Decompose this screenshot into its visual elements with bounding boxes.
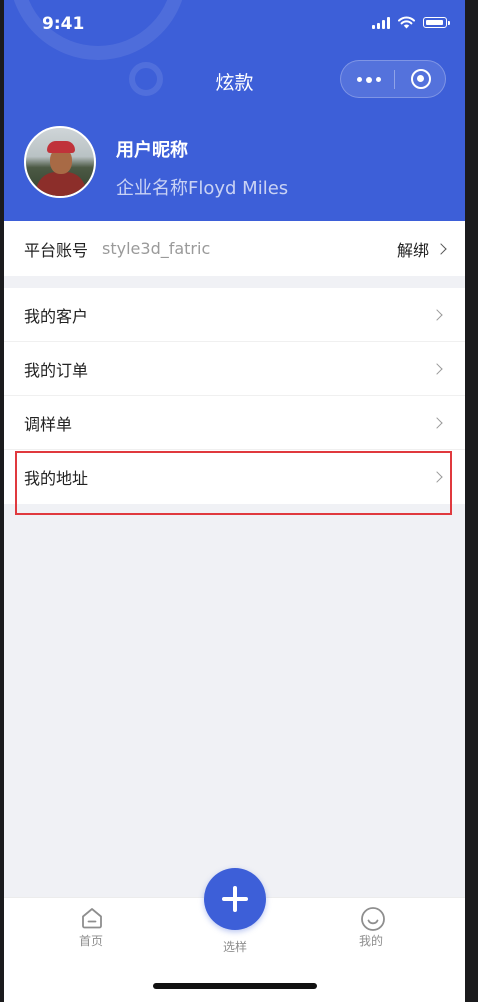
unbind-label: 解绑 [396, 240, 429, 260]
tab-home-label: 首页 [78, 934, 103, 948]
smile-icon [360, 906, 385, 931]
menu-item-addresses[interactable]: 我的地址 [4, 450, 465, 504]
menu-item-label: 我的订单 [24, 360, 89, 380]
platform-account-row: 平台账号 style3d_fatric 解绑 [4, 221, 465, 276]
tab-mine-label: 我的 [358, 934, 383, 948]
unbind-button[interactable]: 解绑 [396, 221, 447, 276]
app-screen: 9:41 炫款 用户昵称 企业名称Floyd Miles 平台账号 style3… [4, 0, 465, 1002]
avatar[interactable] [24, 126, 96, 198]
select-sample-button[interactable] [204, 868, 266, 930]
decorative-ring [9, 0, 187, 60]
menu-item-customers[interactable]: 我的客户 [4, 288, 465, 342]
menu-item-label: 调样单 [24, 414, 73, 434]
more-icon[interactable] [357, 76, 381, 83]
menu-item-sample-orders[interactable]: 调样单 [4, 396, 465, 450]
home-icon [80, 906, 102, 929]
chevron-right-icon [431, 471, 443, 483]
account-value: style3d_fatric [102, 239, 211, 258]
chevron-right-icon [431, 308, 443, 321]
status-time: 9:41 [42, 14, 85, 34]
company-name: 企业名称Floyd Miles [116, 178, 289, 199]
signal-icon [372, 16, 390, 29]
chevron-right-icon [431, 416, 443, 429]
wifi-icon [398, 16, 415, 29]
status-icons [372, 16, 450, 29]
home-indicator [153, 983, 317, 989]
profile-header: 9:41 炫款 用户昵称 企业名称Floyd Miles [4, 0, 465, 221]
menu-item-orders[interactable]: 我的订单 [4, 342, 465, 396]
menu-item-label: 我的客户 [24, 306, 89, 326]
user-nickname: 用户昵称 [116, 140, 188, 161]
menu-list: 我的客户 我的订单 调样单 我的地址 [4, 288, 465, 504]
close-target-icon[interactable] [411, 69, 431, 89]
chevron-right-icon [431, 362, 443, 375]
tab-mine[interactable]: 我的 [341, 906, 401, 949]
capsule-divider [394, 70, 395, 89]
menu-item-label: 我的地址 [24, 469, 89, 488]
chevron-right-icon [435, 243, 447, 255]
miniprogram-capsule [340, 60, 446, 98]
account-label: 平台账号 [24, 240, 89, 260]
battery-icon [423, 17, 450, 28]
tab-home[interactable]: 首页 [61, 906, 121, 949]
tab-select-label: 选样 [222, 940, 247, 954]
